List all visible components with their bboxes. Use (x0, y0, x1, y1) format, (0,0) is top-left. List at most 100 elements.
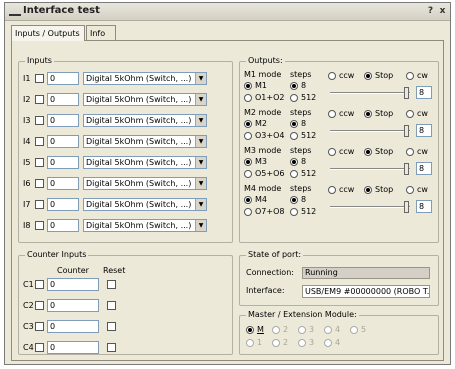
steps-512-radio[interactable] (290, 94, 298, 102)
motor-name: M1 (244, 70, 256, 79)
input-checkbox[interactable] (35, 74, 44, 83)
motor-pair-radio[interactable] (244, 170, 252, 178)
counter-value-field[interactable]: 0 (47, 341, 99, 354)
counter-value-field[interactable]: 0 (47, 299, 99, 312)
direction-stop-radio[interactable] (364, 186, 372, 194)
steps-8-radio[interactable] (290, 120, 298, 128)
counter-value-field[interactable]: 0 (47, 278, 99, 291)
input-value-field[interactable]: 0 (47, 156, 79, 169)
tab-inputs-outputs[interactable]: Inputs / Outputs (11, 25, 85, 41)
counter-reset-checkbox[interactable] (107, 322, 116, 331)
input-value-field[interactable]: 0 (47, 93, 79, 106)
input-checkbox[interactable] (35, 137, 44, 146)
input-mode-select[interactable]: Digital 5kOhm (Switch, ...) ▼ (83, 93, 207, 106)
input-value-field[interactable]: 0 (47, 219, 79, 232)
tab-info[interactable]: Info (86, 25, 116, 41)
extension-module-radio[interactable] (272, 339, 280, 347)
motor-pair-radio[interactable] (244, 132, 252, 140)
speed-slider-thumb[interactable] (404, 125, 409, 137)
direction-stop-radio[interactable] (364, 72, 372, 80)
input-value-field[interactable]: 0 (47, 198, 79, 211)
counter-reset-checkbox[interactable] (107, 343, 116, 352)
input-value-field[interactable]: 0 (47, 72, 79, 85)
close-button[interactable]: x (437, 6, 448, 17)
speed-value-field[interactable]: 8 (416, 162, 432, 175)
steps-8-radio[interactable] (290, 82, 298, 90)
master-module-radio[interactable] (246, 326, 254, 334)
input-label: I7 (23, 200, 31, 209)
motor-name: M4 (244, 184, 256, 193)
master-module-radio[interactable] (350, 326, 358, 334)
motor-single-radio[interactable] (244, 120, 252, 128)
help-button[interactable]: ? (425, 6, 436, 17)
motor-single-radio[interactable] (244, 158, 252, 166)
input-mode-select[interactable]: Digital 5kOhm (Switch, ...) ▼ (83, 177, 207, 190)
direction-cw-radio[interactable] (406, 148, 414, 156)
direction-stop-radio[interactable] (364, 148, 372, 156)
counter-checkbox[interactable] (35, 322, 44, 331)
title-bar[interactable]: Interface test ? x (5, 3, 450, 21)
direction-ccw-radio[interactable] (328, 110, 336, 118)
master-module-radio[interactable] (324, 326, 332, 334)
direction-cw-radio[interactable] (406, 72, 414, 80)
direction-stop-radio[interactable] (364, 110, 372, 118)
speed-slider-track[interactable] (330, 206, 410, 208)
motor-pair-radio[interactable] (244, 208, 252, 216)
steps-8-radio[interactable] (290, 196, 298, 204)
speed-value-field[interactable]: 8 (416, 200, 432, 213)
master-module-radio[interactable] (272, 326, 280, 334)
direction-cw-radio[interactable] (406, 186, 414, 194)
input-checkbox[interactable] (35, 95, 44, 104)
speed-value-field[interactable]: 8 (416, 86, 432, 99)
speed-slider-thumb[interactable] (404, 201, 409, 213)
input-mode-select[interactable]: Digital 5kOhm (Switch, ...) ▼ (83, 198, 207, 211)
motor-single-radio[interactable] (244, 82, 252, 90)
input-checkbox[interactable] (35, 179, 44, 188)
steps-512-radio[interactable] (290, 208, 298, 216)
steps-512-radio[interactable] (290, 132, 298, 140)
counter-checkbox[interactable] (35, 301, 44, 310)
extension-module-radio[interactable] (324, 339, 332, 347)
input-mode-select[interactable]: Digital 5kOhm (Switch, ...) ▼ (83, 114, 207, 127)
outputs-title: Outputs: (246, 56, 285, 65)
motor-pair-radio[interactable] (244, 94, 252, 102)
speed-slider-track[interactable] (330, 92, 410, 94)
interface-field[interactable]: USB/EM9 #00000000 (ROBO T. (302, 285, 430, 298)
direction-ccw-radio[interactable] (328, 186, 336, 194)
input-mode-select[interactable]: Digital 5kOhm (Switch, ...) ▼ (83, 219, 207, 232)
speed-slider-track[interactable] (330, 168, 410, 170)
input-mode-value: Digital 5kOhm (Switch, ...) (86, 95, 192, 104)
input-mode-select[interactable]: Digital 5kOhm (Switch, ...) ▼ (83, 72, 207, 85)
master-extension-title: Master / Extension Module: (246, 310, 359, 319)
master-module-radio[interactable] (298, 326, 306, 334)
steps-512-label: 512 (301, 131, 317, 140)
direction-ccw-radio[interactable] (328, 72, 336, 80)
counter-reset-checkbox[interactable] (107, 301, 116, 310)
counter-checkbox[interactable] (35, 343, 44, 352)
extension-module-radio[interactable] (298, 339, 306, 347)
steps-8-radio[interactable] (290, 158, 298, 166)
counter-reset-checkbox[interactable] (107, 280, 116, 289)
reset-column-header: Reset (103, 266, 126, 275)
input-checkbox[interactable] (35, 200, 44, 209)
speed-slider-thumb[interactable] (404, 163, 409, 175)
input-mode-select[interactable]: Digital 5kOhm (Switch, ...) ▼ (83, 135, 207, 148)
input-checkbox[interactable] (35, 221, 44, 230)
input-value-field[interactable]: 0 (47, 114, 79, 127)
speed-value-field[interactable]: 8 (416, 124, 432, 137)
input-value-field[interactable]: 0 (47, 177, 79, 190)
input-mode-select[interactable]: Digital 5kOhm (Switch, ...) ▼ (83, 156, 207, 169)
speed-slider-track[interactable] (330, 130, 410, 132)
direction-ccw-radio[interactable] (328, 148, 336, 156)
steps-512-radio[interactable] (290, 170, 298, 178)
extension-module-radio[interactable] (246, 339, 254, 347)
motor-single-radio[interactable] (244, 196, 252, 204)
input-mode-value: Digital 5kOhm (Switch, ...) (86, 137, 192, 146)
counter-checkbox[interactable] (35, 280, 44, 289)
input-checkbox[interactable] (35, 116, 44, 125)
input-value-field[interactable]: 0 (47, 135, 79, 148)
direction-cw-radio[interactable] (406, 110, 414, 118)
speed-slider-thumb[interactable] (404, 87, 409, 99)
counter-value-field[interactable]: 0 (47, 320, 99, 333)
input-checkbox[interactable] (35, 158, 44, 167)
